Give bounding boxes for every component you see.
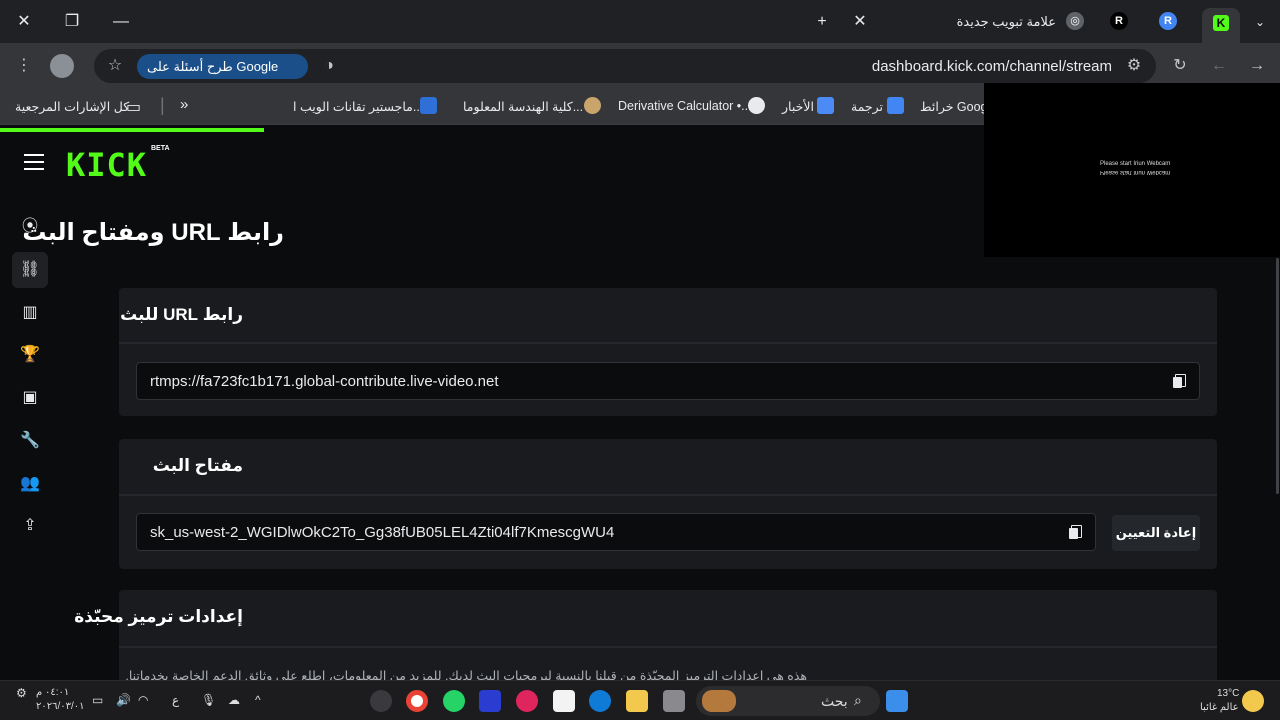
weather-temp[interactable]: 13°C	[1217, 688, 1239, 699]
sidebar-users-icon[interactable]: 👥	[18, 472, 42, 496]
tab-new-title[interactable]: علامة تبويب جديدة	[957, 14, 1056, 30]
edge-taskbar-icon[interactable]	[589, 690, 611, 712]
tray-overflow-icon[interactable]: ^	[255, 693, 261, 707]
address-url[interactable]: dashboard.kick.com/channel/stream	[872, 58, 1112, 75]
sidebar-video-icon[interactable]: ▣	[18, 386, 42, 410]
whatsapp-taskbar-icon[interactable]	[443, 690, 465, 712]
weather-icon[interactable]	[1242, 690, 1264, 712]
sidebar-wrench-icon[interactable]: 🔧	[18, 429, 42, 453]
overlay-text: Please start Iriun Webcam Please start I…	[1100, 161, 1170, 175]
battery-icon[interactable]: ▭	[92, 693, 103, 707]
app-grey-taskbar-icon[interactable]	[663, 690, 685, 712]
encoder-settings-description: هذه هي إعدادات الترميز المحبّذة من قبلنا…	[125, 669, 807, 680]
volume-icon[interactable]: 🔊	[116, 693, 131, 707]
bookmark-all[interactable]: كل الإشارات المرجعية	[15, 99, 129, 114]
search-icon: ⌕	[854, 692, 862, 708]
settings-tray-icon[interactable]: ⚙	[16, 686, 27, 700]
webcam-overlay: Please start Iriun Webcam Please start I…	[984, 83, 1280, 257]
wifi-icon[interactable]: ◠	[138, 693, 148, 707]
news-favicon-icon	[817, 97, 834, 114]
stream-key-heading: مفتاح البث	[152, 456, 243, 475]
encoder-settings-heading: إعدادات ترميز محبّذة	[74, 607, 243, 626]
reload-icon[interactable]: ↻	[1168, 54, 1192, 78]
tab-r-icon[interactable]: R	[1110, 12, 1128, 30]
stream-url-card: رابط URL للبث rtmps://fa723fc1b171.globa…	[119, 288, 1217, 416]
stream-key-field[interactable]: sk_us-west-2_WGIDlwOkC2To_Gg38fUB05LEL4Z…	[136, 513, 1096, 551]
encoder-settings-card: إعدادات ترميز محبّذة هذه هي إعدادات التر…	[74, 590, 1217, 680]
more-bookmarks-icon[interactable]: »	[180, 96, 188, 113]
site-settings-icon[interactable]: ⚙	[1122, 54, 1146, 78]
tab-search-chevron-icon[interactable]: ⌄	[1246, 8, 1274, 36]
derivative-favicon-icon	[748, 97, 765, 114]
stream-url-value[interactable]: rtmps://fa723fc1b171.global-contribute.l…	[150, 373, 499, 390]
menu-dots-icon[interactable]: ⋮	[12, 54, 36, 78]
bookmark-masters[interactable]: ماجستير تقانات الويب ا...	[293, 99, 423, 114]
copy-url-icon[interactable]	[1173, 374, 1186, 388]
tab-kick-active[interactable]: K	[1202, 8, 1240, 43]
start-windows-icon[interactable]	[886, 690, 908, 712]
minimize-window-icon[interactable]: —	[107, 8, 135, 36]
masters-favicon-icon	[420, 97, 437, 114]
stream-key-value[interactable]: sk_us-west-2_WGIDlwOkC2To_Gg38fUB05LEL4Z…	[150, 524, 614, 541]
language-indicator[interactable]: ع	[172, 693, 179, 707]
reset-key-button[interactable]: إعادة التعيين	[1112, 515, 1200, 551]
taskbar-app-icon[interactable]	[370, 690, 392, 712]
page-scrollbar[interactable]	[1276, 258, 1279, 494]
store-taskbar-icon[interactable]	[553, 690, 575, 712]
tray-time[interactable]: ٠٤:٠١ م	[36, 687, 69, 698]
new-tab-icon[interactable]: +	[808, 8, 836, 36]
browser-titlebar: ✕ ❐ — + ✕ علامة تبويب جديدة ◎ R R K ⌄	[0, 0, 1280, 43]
bookmark-translate[interactable]: ترجمة	[851, 99, 883, 114]
weather-desc[interactable]: عالم غائبا	[1200, 702, 1239, 713]
chrome-tab-icon: ◎	[1066, 12, 1084, 30]
google-ask-label: طرح أسئلة على Google	[147, 59, 279, 74]
translate-favicon-icon	[887, 97, 904, 114]
kick-favicon-icon: K	[1213, 15, 1229, 31]
cloud-icon[interactable]: ☁	[228, 693, 240, 707]
explorer-taskbar-icon[interactable]	[626, 690, 648, 712]
profile-avatar-icon[interactable]	[50, 54, 74, 78]
bookmark-faculty[interactable]: كلية الهندسة المعلوما...	[463, 99, 583, 114]
hamburger-menu-icon[interactable]	[24, 154, 44, 170]
overlay-line-1: Please start Iriun Webcam	[1100, 161, 1171, 167]
app-p-taskbar-icon[interactable]	[516, 690, 538, 712]
divider	[119, 494, 1217, 496]
bookmark-news[interactable]: الأخبار	[782, 99, 814, 114]
chrome-taskbar-icon[interactable]	[406, 690, 428, 712]
page-title: رابط URL ومفتاح البث	[22, 219, 284, 246]
app-blue-taskbar-icon[interactable]	[479, 690, 501, 712]
back-icon[interactable]: ←	[1207, 54, 1231, 78]
reader-icon[interactable]: ◑	[317, 54, 341, 78]
google-ask-pill[interactable]: طرح أسئلة على Google	[137, 54, 308, 79]
bookmark-star-icon[interactable]: ☆	[103, 54, 127, 78]
search-label: بحث	[821, 693, 848, 709]
bookmark-derivative[interactable]: Derivative Calculator •...	[618, 99, 752, 113]
divider: |	[160, 95, 165, 115]
folder-icon: ▭	[126, 99, 142, 116]
sidebar-export-icon[interactable]: ⇪	[18, 514, 42, 538]
stream-key-card: مفتاح البث sk_us-west-2_WGIDlwOkC2To_Gg3…	[119, 439, 1217, 569]
sidebar-trophy-icon[interactable]: 🏆	[18, 343, 42, 367]
close-window-icon[interactable]: ✕	[10, 8, 38, 36]
sidebar-link-icon[interactable]: ⛓	[18, 258, 42, 282]
kick-logo[interactable]: KICK	[66, 146, 147, 184]
restore-window-icon[interactable]: ❐	[58, 8, 86, 36]
sidebar-analytics-icon[interactable]: ▥	[18, 301, 42, 325]
stream-url-field[interactable]: rtmps://fa723fc1b171.global-contribute.l…	[136, 362, 1200, 400]
search-highlight-icon	[702, 690, 736, 712]
faculty-favicon-icon	[584, 97, 601, 114]
copy-key-icon[interactable]	[1069, 525, 1082, 539]
taskbar-search[interactable]: بحث ⌕	[696, 686, 880, 716]
windows-taskbar: ⚙ ٠٤:٠١ م ٢٠٢٦/٠٣/٠١ ▭ 🔊 ◠ ع 🎙 ☁ ^ بحث ⌕…	[0, 680, 1280, 720]
tray-date[interactable]: ٢٠٢٦/٠٣/٠١	[36, 701, 85, 712]
beta-badge: BETA	[151, 145, 170, 152]
divider	[119, 646, 1217, 648]
divider	[119, 342, 1217, 344]
overlay-line-2: Please start Iriun Webcam	[1100, 169, 1171, 175]
forward-icon[interactable]: →	[1245, 54, 1269, 78]
stream-url-heading: رابط URL للبث	[120, 305, 243, 324]
close-tab-icon[interactable]: ✕	[846, 8, 874, 36]
mic-icon[interactable]: 🎙	[201, 693, 216, 707]
profile-r-icon[interactable]: R	[1159, 12, 1177, 30]
